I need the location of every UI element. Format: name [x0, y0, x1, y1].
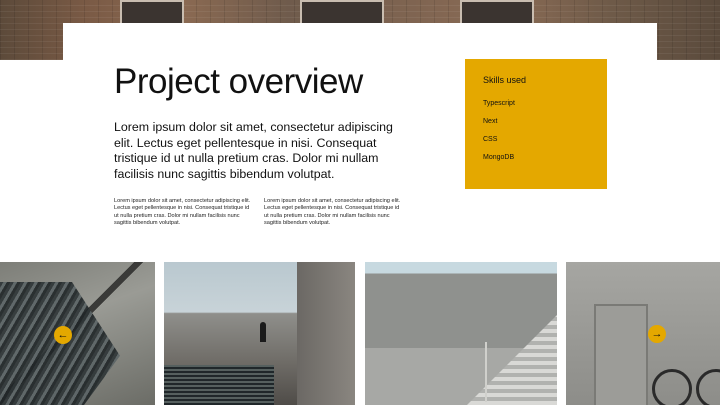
skills-list: Typescript Next CSS MongoDB [483, 99, 515, 171]
stairs-shape [467, 315, 557, 405]
gallery-photo-door-bicycle [566, 262, 720, 405]
gallery-photo-stairs [365, 262, 557, 405]
pool-texture [164, 365, 274, 405]
gallery-photo-reflecting-pool [0, 262, 155, 405]
skill-item: MongoDB [483, 154, 515, 161]
gallery-next-button[interactable]: → [648, 325, 666, 343]
arrow-right-icon: → [651, 328, 663, 340]
page-title: Project overview [114, 62, 363, 101]
person-silhouette [260, 322, 266, 342]
skills-panel: Skills used Typescript Next CSS MongoDB [465, 59, 607, 189]
bicycle-wheel [696, 369, 720, 405]
body-paragraph-right: Lorem ipsum dolor sit amet, consectetur … [264, 198, 401, 226]
bicycle-wheel [652, 369, 692, 405]
handrail [485, 342, 487, 402]
gallery-prev-button[interactable]: ← [54, 326, 72, 344]
photo-gallery [0, 262, 720, 405]
skill-item: Next [483, 118, 498, 125]
gallery-photo-plaza [164, 262, 355, 405]
lead-paragraph: Lorem ipsum dolor sit amet, consectetur … [114, 120, 393, 181]
arrow-left-icon: ← [57, 329, 69, 341]
door-shape [594, 304, 648, 405]
body-paragraph-left: Lorem ipsum dolor sit amet, consectetur … [114, 198, 251, 226]
skills-heading: Skills used [483, 75, 527, 85]
skill-item: CSS [483, 136, 498, 143]
concrete-wall [297, 262, 355, 405]
skill-item: Typescript [483, 100, 515, 107]
